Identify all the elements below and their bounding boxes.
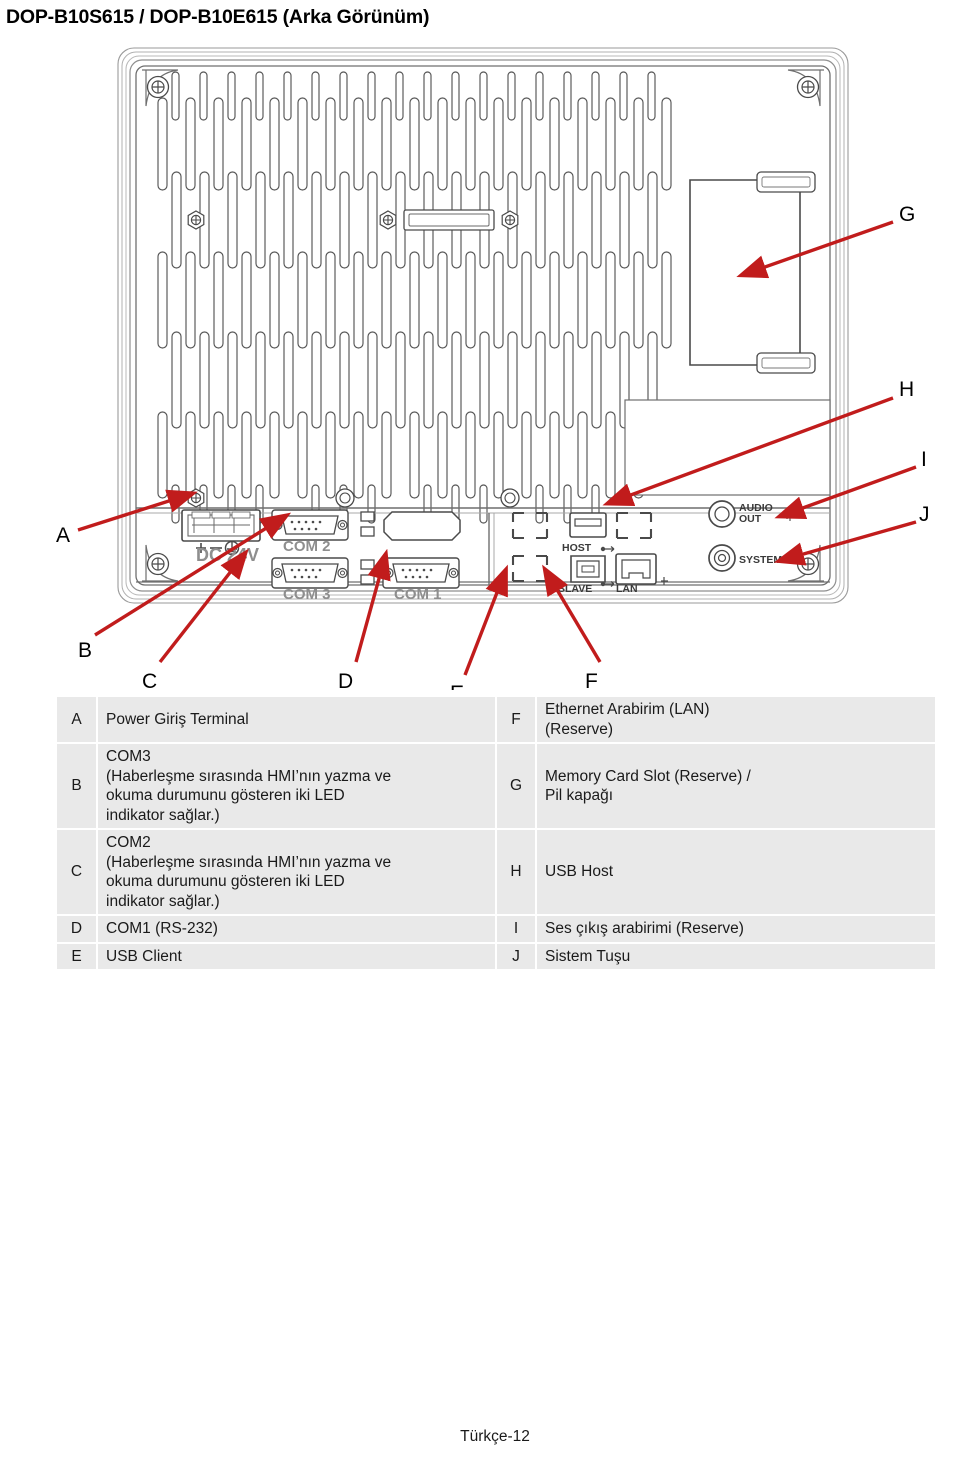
legend-value-line: Pil kapağı [545, 787, 614, 805]
callout-e: E [450, 682, 464, 690]
callout-h: H [899, 378, 914, 401]
legend-value-line: (Reserve) [545, 720, 614, 738]
legend-value-line: Ethernet Arabirim (LAN) [545, 701, 710, 718]
legend-value: Sistem Tuşu [536, 942, 935, 970]
legend-value-line: (Haberleşme sırasında HMI’nın yazma ve [106, 767, 392, 785]
legend-value: USB Host [536, 829, 935, 917]
table-row: C COM2 (Haberleşme sırasında HMI’nın yaz… [57, 829, 935, 917]
callout-g: G [899, 203, 915, 226]
table-row: A Power Giriş Terminal F Ethernet Arabir… [57, 697, 935, 745]
rear-panel-legend-table: A Power Giriş Terminal F Ethernet Arabir… [57, 697, 935, 970]
table-row: B COM3 (Haberleşme sırasında HMI’nın yaz… [57, 743, 935, 831]
callout-j: J [919, 503, 930, 526]
legend-value-line: Power Giriş Terminal [106, 710, 249, 728]
label-slave: SLAVE [558, 583, 592, 595]
label-com2: COM 2 [283, 538, 331, 555]
rating-label-plate [624, 399, 831, 496]
legend-value-line: (Haberleşme sırasında HMI’nın yazma ve [106, 853, 392, 871]
legend-key: F [496, 697, 537, 745]
legend-value-line: Ses çıkış arabirimi (Reserve) [545, 920, 744, 938]
callout-b: B [78, 639, 92, 662]
legend-key: J [496, 942, 537, 970]
callout-f: F [585, 670, 598, 690]
legend-key: E [57, 942, 98, 970]
legend-value: Power Giriş Terminal [97, 697, 497, 745]
legend-key: D [57, 915, 98, 944]
legend-key: C [57, 829, 98, 917]
legend-value-line: indikator sağlar.) [106, 892, 220, 910]
document-page: DOP-B10S615 / DOP-B10E615 (Arka Görünüm) [0, 0, 960, 1467]
label-com1: COM 1 [394, 586, 442, 603]
legend-value: COM3 (Haberleşme sırasında HMI’nın yazma… [97, 743, 497, 831]
table-row: D COM1 (RS-232) I Ses çıkış arabirimi (R… [57, 915, 935, 944]
legend-value-line: COM3 [106, 748, 151, 766]
legend-value-line: COM1 (RS-232) [106, 920, 218, 938]
legend-key: G [496, 743, 537, 831]
legend-value-line: COM2 [106, 834, 151, 852]
label-host: HOST [562, 542, 592, 554]
label-com3: COM 3 [283, 586, 331, 603]
legend-value-line: okuma durumunu gösteren iki LED [106, 787, 345, 805]
page-footer: Türkçe-12 [0, 1428, 960, 1446]
rear-view-diagram: DC 24V COM 2 COM 3 COM 1 HOST SLAVE LAN … [0, 30, 960, 690]
callout-a: A [56, 524, 70, 547]
table-row: E USB Client J Sistem Tuşu [57, 942, 935, 970]
legend-value-line: Memory Card Slot (Reserve) / [545, 767, 751, 785]
legend-key: A [57, 697, 98, 745]
legend-value-line: Sistem Tuşu [545, 947, 631, 965]
legend-value-line: USB Client [106, 947, 182, 965]
page-number: Türkçe-12 [460, 1428, 530, 1445]
legend-value-line: okuma durumunu gösteren iki LED [106, 873, 345, 891]
legend-value: COM2 (Haberleşme sırasında HMI’nın yazma… [97, 829, 497, 917]
memory-card-slot-cover [689, 171, 816, 374]
legend-value: Ethernet Arabirim (LAN) (Reserve) [536, 697, 935, 745]
legend-value: Ses çıkış arabirimi (Reserve) [536, 915, 935, 944]
legend-key: I [496, 915, 537, 944]
legend-value-line: USB Host [545, 863, 614, 881]
legend-value: USB Client [97, 942, 497, 970]
legend-value-line: indikator sağlar.) [106, 806, 220, 824]
legend-key: H [496, 829, 537, 917]
page-title: DOP-B10S615 / DOP-B10E615 (Arka Görünüm) [6, 6, 430, 28]
label-lan: LAN [616, 583, 638, 595]
callout-c: C [142, 670, 157, 690]
legend-value: Memory Card Slot (Reserve) / Pil kapağı [536, 743, 935, 831]
legend-value: COM1 (RS-232) [97, 915, 497, 944]
label-out: OUT [739, 513, 762, 525]
legend-key: B [57, 743, 98, 831]
label-dc24v: DC 24V [196, 545, 259, 565]
label-system: SYSTEM [739, 554, 782, 566]
callout-i: I [921, 448, 927, 471]
callout-d: D [338, 670, 353, 690]
